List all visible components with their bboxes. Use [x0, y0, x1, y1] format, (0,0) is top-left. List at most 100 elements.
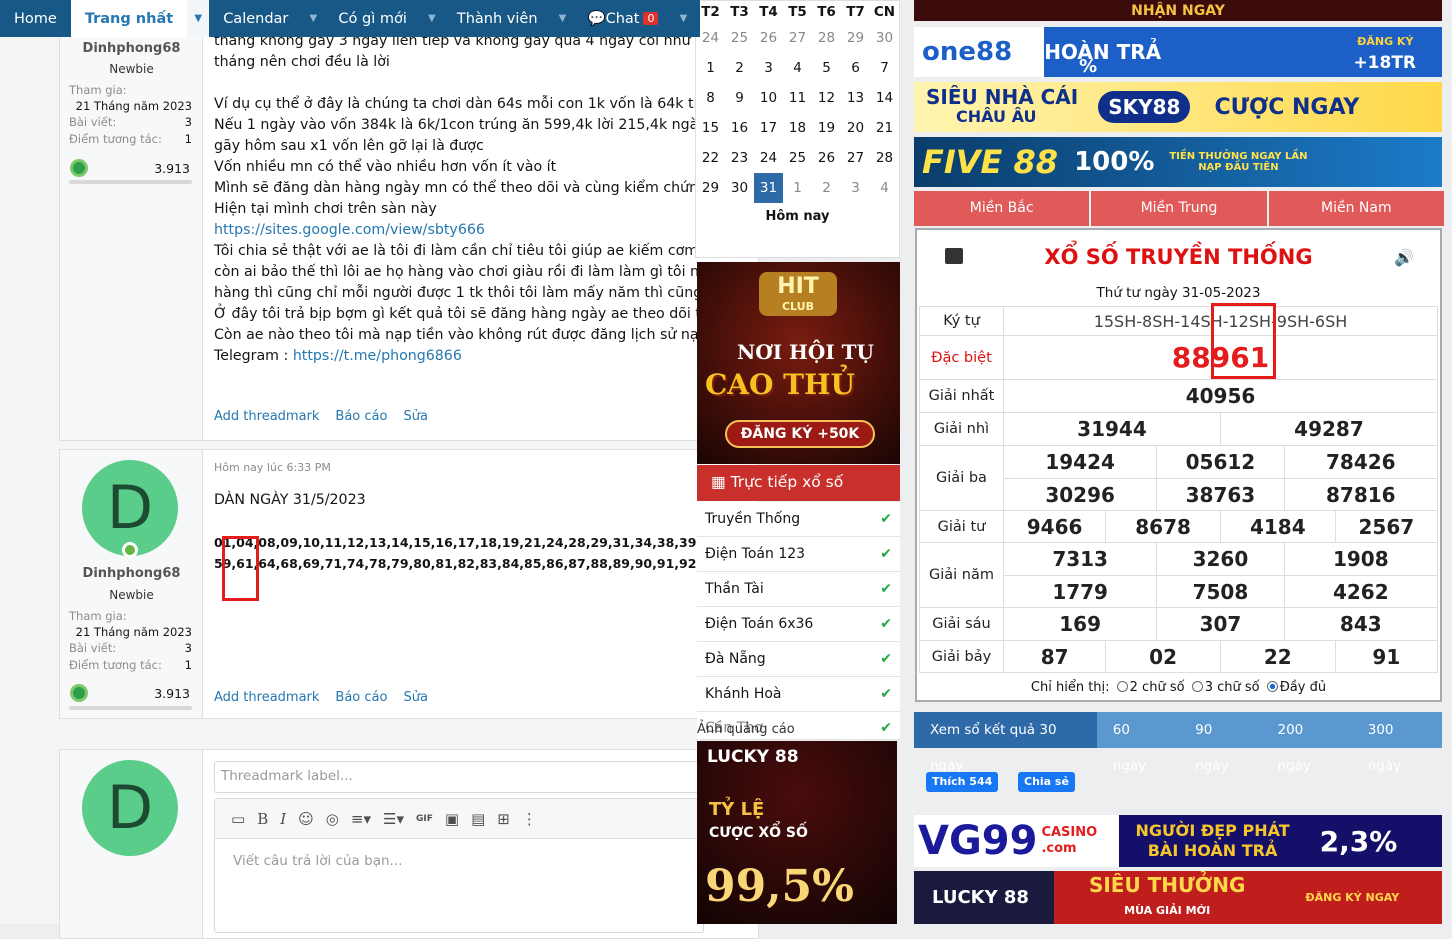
- five88-ad[interactable]: FIVE 88 100% TIỀN THƯỞNG NGAY LẦN NẠP ĐẦ…: [914, 137, 1442, 187]
- edit-link[interactable]: Sửa: [403, 690, 427, 705]
- tab-300-days[interactable]: 300 ngày: [1352, 712, 1442, 774]
- calendar-day[interactable]: 18: [783, 113, 812, 143]
- top-ad[interactable]: NHẬN NGAY: [914, 0, 1442, 21]
- bold-icon[interactable]: B: [257, 810, 268, 828]
- report-link[interactable]: Báo cáo: [335, 409, 387, 424]
- calendar-day[interactable]: 13: [841, 83, 870, 113]
- calendar-day[interactable]: 1: [783, 173, 812, 203]
- calendar-day[interactable]: 5: [812, 53, 841, 83]
- game-link[interactable]: Thần Tài ✔: [697, 572, 900, 607]
- sky88-ad[interactable]: SIÊU NHÀ CÁI CHÂU ÂU SKY88 CƯỢC NGAY: [914, 82, 1442, 132]
- list-icon[interactable]: ☰▾: [383, 810, 404, 828]
- calendar-day[interactable]: 24: [754, 143, 783, 173]
- add-threadmark-link[interactable]: Add threadmark: [214, 409, 319, 424]
- speaker-icon[interactable]: 🔊: [1394, 248, 1414, 267]
- more-icon[interactable]: ⋮: [522, 810, 537, 828]
- nav-members[interactable]: Thành viên: [443, 0, 552, 37]
- nav-chat[interactable]: 💬 Chat 0: [574, 0, 673, 37]
- facebook-share-button[interactable]: Chia sẻ: [1018, 772, 1075, 792]
- tab-90-days[interactable]: 90 ngày: [1179, 712, 1261, 774]
- calendar-day[interactable]: 8: [696, 83, 725, 113]
- game-link[interactable]: Truyền Thống ✔: [697, 502, 900, 537]
- reply-editor[interactable]: ▭ B I ☺ ◎ ≡▾ ☰▾ GIF ▣ ▤ ⊞ ⋮ Viết câu trả…: [214, 798, 704, 933]
- calendar-day[interactable]: 27: [841, 143, 870, 173]
- edit-link[interactable]: Sửa: [403, 409, 427, 424]
- facebook-like-button[interactable]: Thích 544: [926, 772, 999, 792]
- post-time[interactable]: Hôm nay lúc 6:33 PM: [214, 461, 331, 474]
- tab-mien-trung[interactable]: Miền Trung: [1091, 191, 1267, 226]
- lucky88-ad[interactable]: LUCKY 88 TỶ LỆ CƯỢC XỔ SỐ 99,5%: [697, 741, 897, 924]
- table-icon[interactable]: ⊞: [497, 810, 510, 828]
- tab-60-days[interactable]: 60 ngày: [1097, 712, 1179, 774]
- gif-icon[interactable]: GIF: [416, 814, 433, 824]
- image-icon[interactable]: ▣: [445, 810, 459, 828]
- nav-calendar[interactable]: Calendar: [209, 0, 302, 37]
- calendar-day[interactable]: 26: [754, 23, 783, 53]
- calendar-day[interactable]: 2: [725, 53, 754, 83]
- calendar-day-today[interactable]: 31: [754, 173, 783, 203]
- calendar-day[interactable]: 23: [725, 143, 754, 173]
- calendar-day[interactable]: 16: [725, 113, 754, 143]
- threadmark-input[interactable]: Threadmark label...: [214, 761, 704, 793]
- calendar-day[interactable]: 11: [783, 83, 812, 113]
- tab-mien-nam[interactable]: Miền Nam: [1268, 191, 1444, 226]
- calendar-day[interactable]: 28: [812, 23, 841, 53]
- calendar-day[interactable]: 7: [870, 53, 899, 83]
- italic-icon[interactable]: I: [280, 810, 286, 828]
- site-link[interactable]: https://sites.google.com/view/sbty666: [214, 220, 738, 241]
- calendar-day[interactable]: 4: [870, 173, 899, 203]
- lucky88-banner[interactable]: LUCKY 88 SIÊU THƯỞNG MÙA GIẢI MỚI ĐĂNG KÝ…: [914, 871, 1442, 924]
- chevron-down-icon[interactable]: ▼: [552, 0, 574, 37]
- calendar-day[interactable]: 24: [696, 23, 725, 53]
- calendar-day[interactable]: 1: [696, 53, 725, 83]
- calendar-day[interactable]: 10: [754, 83, 783, 113]
- calendar-day[interactable]: 29: [696, 173, 725, 203]
- calendar-day[interactable]: 17: [754, 113, 783, 143]
- nav-trang-nhat[interactable]: Trang nhất: [70, 0, 188, 37]
- tab-mien-bac[interactable]: Miền Bắc: [914, 191, 1090, 226]
- radio-3-digit[interactable]: [1191, 681, 1203, 692]
- today-button[interactable]: Hôm nay: [696, 203, 899, 224]
- tab-200-days[interactable]: 200 ngày: [1261, 712, 1351, 774]
- chevron-down-icon[interactable]: ▼: [672, 0, 694, 37]
- nav-whats-new[interactable]: Có gì mới: [324, 0, 420, 37]
- calendar-day[interactable]: 15: [696, 113, 725, 143]
- calendar-day[interactable]: 12: [812, 83, 841, 113]
- calendar-day[interactable]: 27: [783, 23, 812, 53]
- palette-icon[interactable]: ◎: [326, 810, 339, 828]
- username[interactable]: Dinhphong68: [60, 41, 203, 56]
- calendar-day[interactable]: 9: [725, 83, 754, 113]
- telegram-link[interactable]: https://t.me/phong6866: [293, 348, 462, 364]
- game-link[interactable]: Điện Toán 6x36 ✔: [697, 607, 900, 642]
- radio-full[interactable]: [1266, 681, 1278, 692]
- calendar-day[interactable]: 2: [812, 173, 841, 203]
- gallery-icon[interactable]: ▤: [471, 810, 485, 828]
- smiley-icon[interactable]: ☺: [298, 810, 314, 828]
- vg99-ad[interactable]: VG99 CASINO .com NGƯỜI ĐẸP PHÁT BÀI HOÀN …: [914, 815, 1442, 867]
- calendar-day[interactable]: 14: [870, 83, 899, 113]
- game-link[interactable]: Khánh Hoà ✔: [697, 677, 900, 712]
- report-link[interactable]: Báo cáo: [335, 690, 387, 705]
- calendar-day[interactable]: 30: [870, 23, 899, 53]
- one88-ad[interactable]: one88 HOÀN TRẢ % ĐĂNG KÝ +18TR: [914, 27, 1442, 77]
- radio-2-digit[interactable]: [1116, 681, 1128, 692]
- calendar-day[interactable]: 22: [696, 143, 725, 173]
- chevron-down-icon[interactable]: ▼: [421, 0, 443, 37]
- chevron-down-icon[interactable]: ▼: [187, 0, 210, 37]
- calendar-day[interactable]: 21: [870, 113, 899, 143]
- calendar-day[interactable]: 3: [841, 173, 870, 203]
- calendar-day[interactable]: 25: [725, 23, 754, 53]
- username[interactable]: Dinhphong68: [60, 566, 203, 581]
- hit-club-ad[interactable]: HIT CLUB NƠI HỘI TỤ CAO THỦ ĐĂNG KÝ +50K: [697, 262, 900, 464]
- calendar-day[interactable]: 20: [841, 113, 870, 143]
- calendar-day[interactable]: 28: [870, 143, 899, 173]
- game-link[interactable]: Điện Toán 123 ✔: [697, 537, 900, 572]
- align-icon[interactable]: ≡▾: [351, 810, 371, 828]
- calendar-day[interactable]: 30: [725, 173, 754, 203]
- calendar-day[interactable]: 25: [783, 143, 812, 173]
- calendar-day[interactable]: 19: [812, 113, 841, 143]
- nav-home[interactable]: Home: [0, 0, 71, 37]
- calendar-day[interactable]: 3: [754, 53, 783, 83]
- game-link[interactable]: Đà Nẵng ✔: [697, 642, 900, 677]
- media-icon[interactable]: ▭: [231, 810, 245, 828]
